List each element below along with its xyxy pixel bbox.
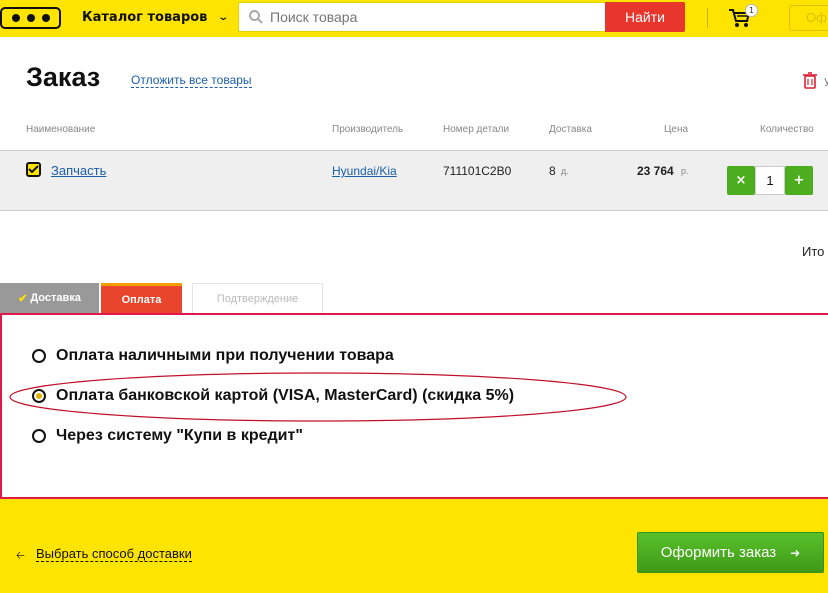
defer-all-link[interactable]: Отложить все товары: [131, 73, 252, 88]
payment-option-label: Через систему "Купи в кредит": [56, 427, 303, 444]
table-row: [0, 150, 828, 211]
item-checkbox[interactable]: [26, 162, 41, 177]
place-order-button[interactable]: Оформить заказ ➜: [637, 532, 824, 573]
tab-payment[interactable]: Оплата: [101, 283, 182, 313]
quantity-increase-button[interactable]: +: [785, 166, 813, 195]
column-header-part-number: Номер детали: [443, 124, 510, 135]
column-header-price: Цена: [664, 124, 689, 135]
arrow-right-icon: ➜: [790, 545, 801, 560]
radio-button[interactable]: [32, 349, 46, 363]
dot-icon: [26, 14, 35, 22]
tab-delivery-label: Доставка: [30, 292, 81, 304]
place-order-label: Оформить заказ: [660, 544, 777, 561]
check-icon: ✔: [18, 292, 28, 305]
search-box: [238, 2, 606, 32]
part-number: 711101C2B0: [443, 164, 512, 178]
catalog-label: Каталог товаров: [82, 10, 208, 25]
chevron-down-icon: ⌄: [217, 12, 230, 23]
tab-delivery[interactable]: ✔ Доставка: [0, 283, 99, 313]
highlight-ellipse: [9, 372, 627, 422]
cart-count-badge: 1: [745, 4, 758, 17]
payment-option-cash[interactable]: Оплата наличными при получении товара: [32, 347, 394, 365]
search-input[interactable]: [270, 9, 590, 25]
column-header-delivery: Доставка: [549, 124, 592, 135]
find-button[interactable]: Найти: [605, 2, 685, 32]
page-title: Заказ: [26, 62, 101, 92]
dot-icon: [41, 14, 50, 22]
payment-option-credit[interactable]: Через систему "Купи в кредит": [32, 427, 303, 445]
delivery-unit: д.: [561, 166, 569, 176]
delivery-days: 8: [549, 164, 556, 178]
quantity-decrease-button[interactable]: ×: [727, 166, 755, 195]
tab-confirmation[interactable]: Подтверждение: [192, 283, 323, 313]
check-icon: [28, 165, 39, 174]
delete-link[interactable]: У: [824, 76, 828, 89]
divider: [707, 8, 708, 28]
dot-icon: [11, 14, 20, 22]
price-value: 23 764: [637, 164, 674, 178]
arrow-left-icon: 🡠: [16, 549, 25, 562]
radio-button[interactable]: [32, 429, 46, 443]
total-label: Ито: [802, 244, 825, 259]
search-icon: [249, 10, 263, 24]
manufacturer-link[interactable]: Hyundai/Kia: [332, 164, 397, 178]
column-header-manufacturer: Производитель: [332, 124, 404, 135]
column-header-quantity: Количество: [760, 124, 814, 135]
header-order-button[interactable]: Оф: [789, 5, 828, 31]
price-unit: р.: [681, 166, 689, 176]
column-header-name: Наименование: [26, 124, 96, 135]
trash-icon[interactable]: [803, 72, 817, 89]
back-to-delivery-link[interactable]: Выбрать способ доставки: [36, 546, 192, 562]
catalog-dropdown[interactable]: Каталог товаров ⌄: [82, 10, 230, 25]
quantity-input[interactable]: 1: [755, 166, 785, 195]
item-name-link[interactable]: Запчасть: [51, 163, 106, 178]
menu-button[interactable]: [0, 7, 61, 29]
payment-option-label: Оплата наличными при получении товара: [56, 347, 394, 364]
